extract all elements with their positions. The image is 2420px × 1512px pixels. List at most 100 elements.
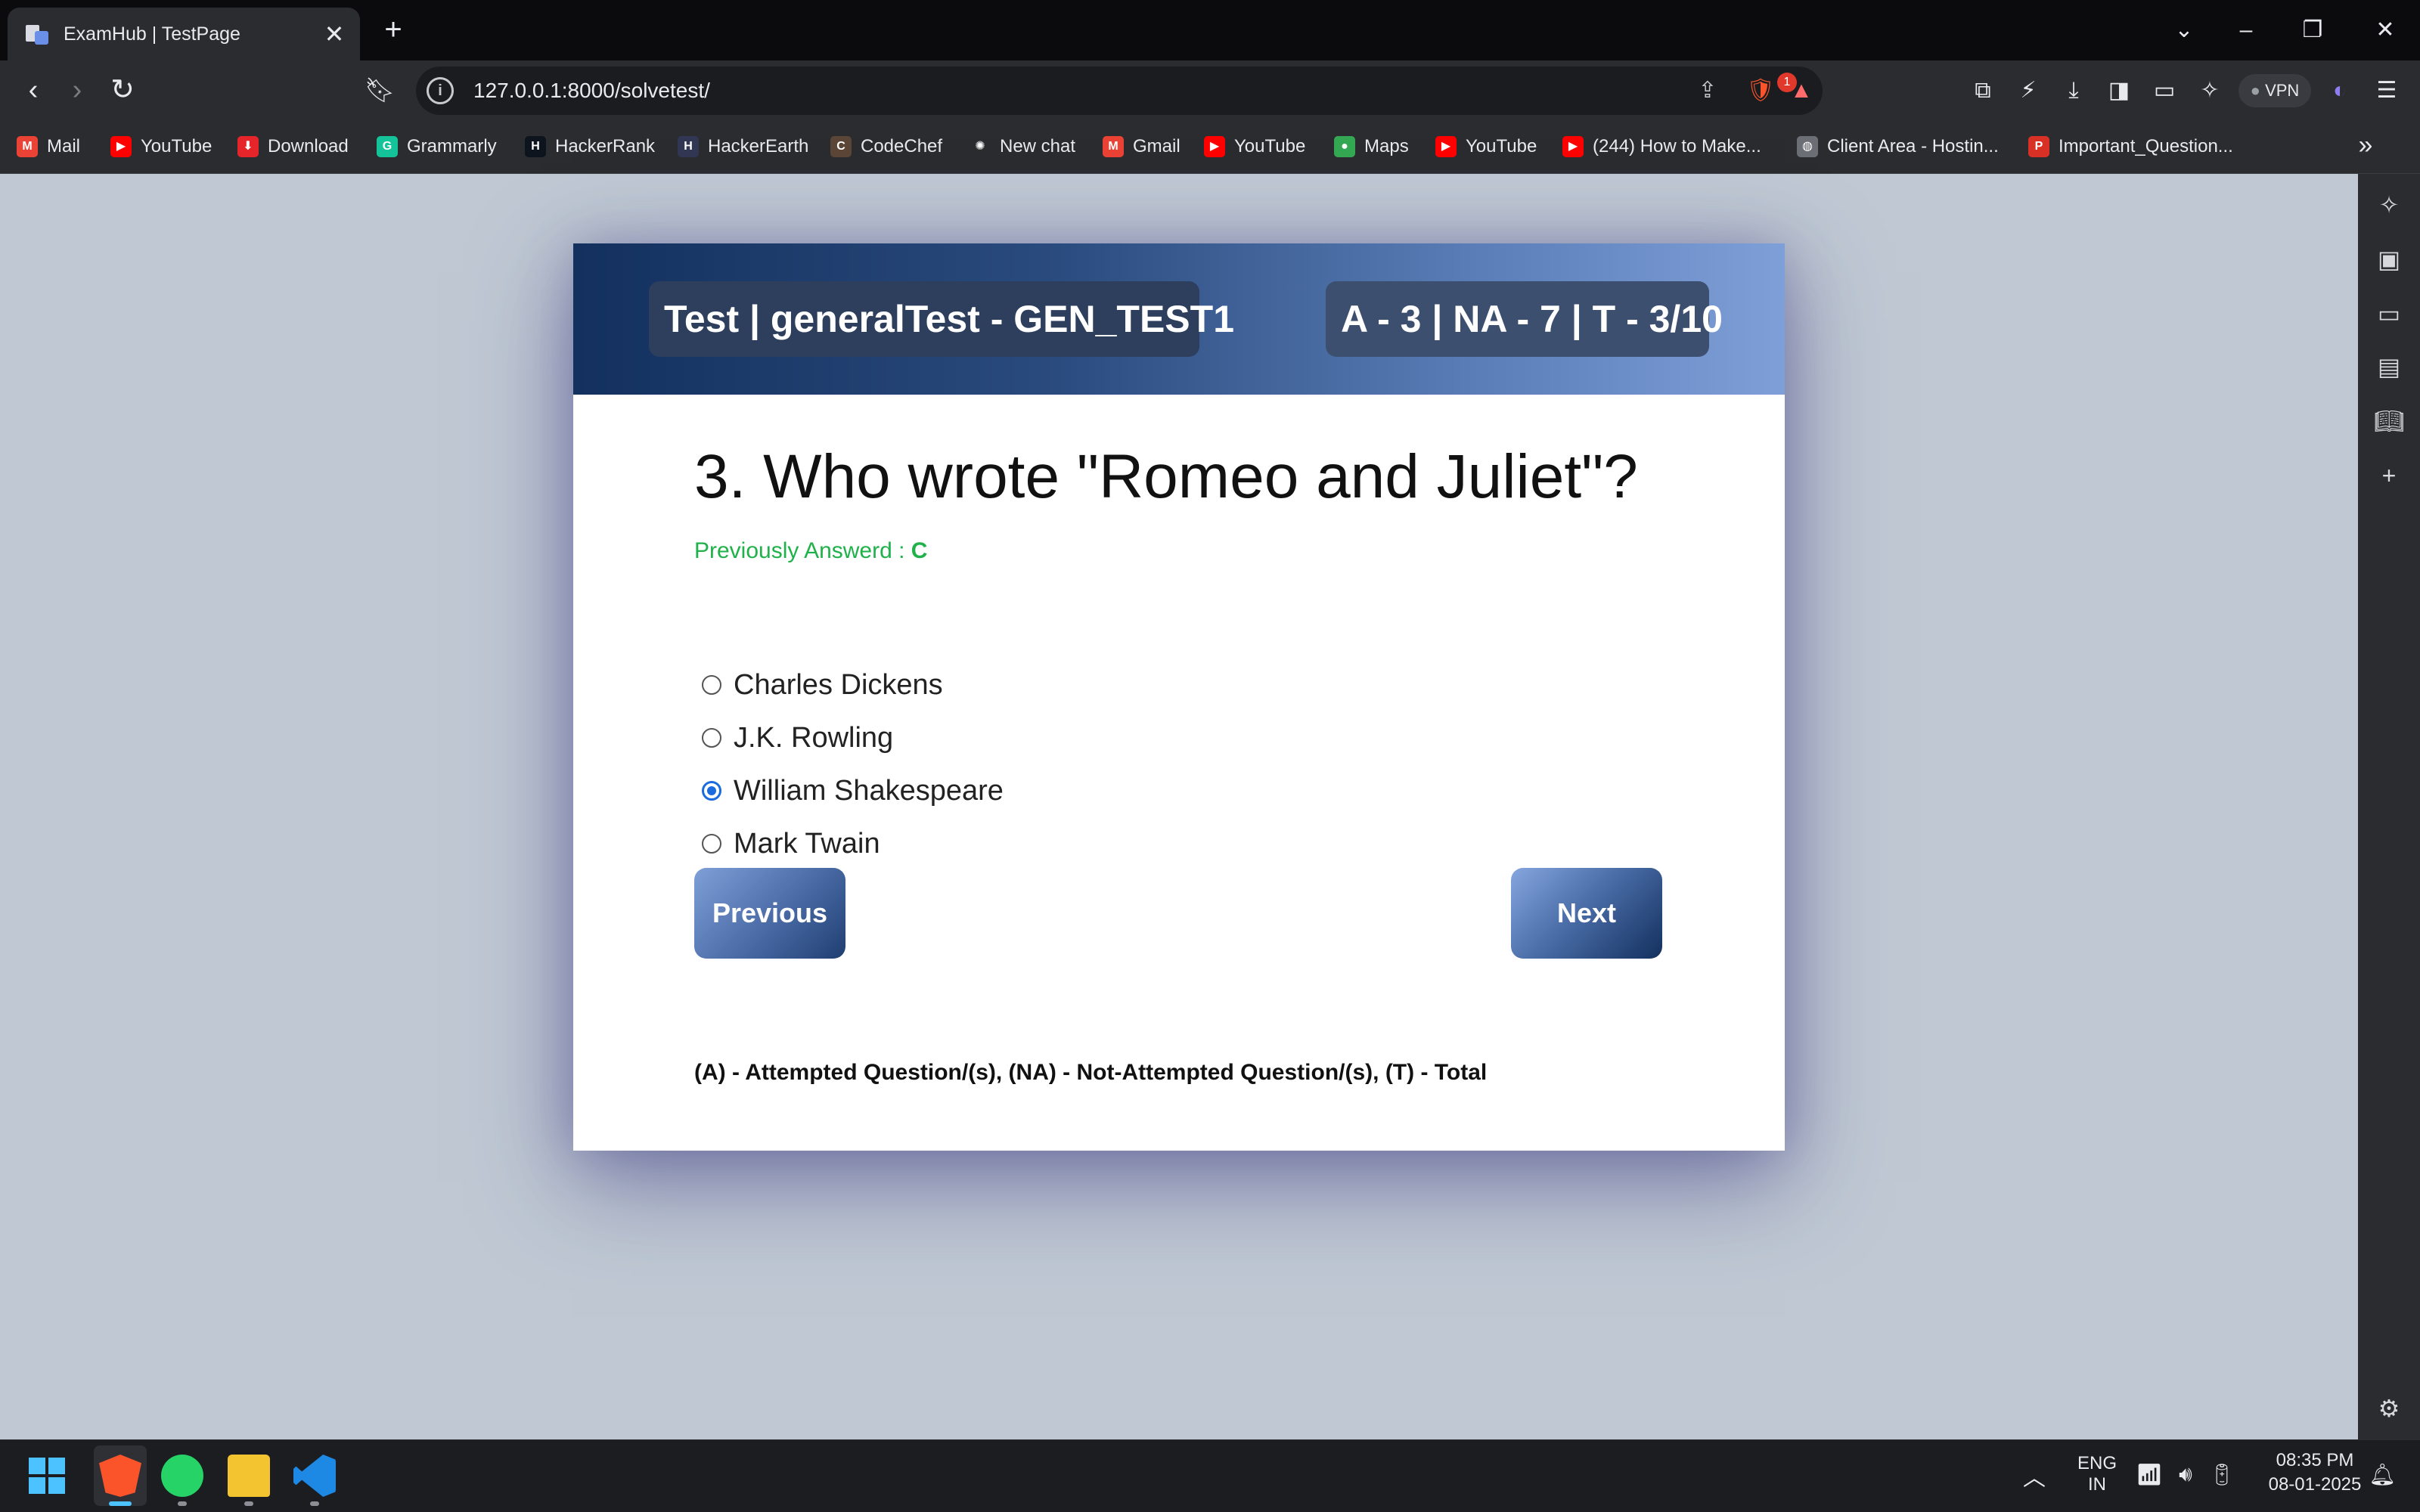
reading-list-icon[interactable]: 📖︎ [2369,401,2409,442]
option-c[interactable]: William Shakespeare [702,772,1004,810]
globe-icon: ◍ [1797,136,1818,157]
address-bar[interactable]: i 127.0.0.1:8000/solvetest/ ⇪ 🛡︎ ▲ [416,67,1823,115]
downloads-icon[interactable]: ⤓ [2052,70,2095,112]
wallet-sidebar-icon[interactable]: ▭ [2369,293,2409,334]
bookmark-item[interactable]: C CodeChef [830,130,942,163]
share-icon[interactable]: ⇪ [1691,74,1724,107]
forward-button[interactable]: › [56,70,98,112]
bookmark-label: Mail [47,136,81,156]
grammarly-icon: G [377,136,398,157]
test-title: Test | generalTest - GEN_TEST1 [649,281,1234,357]
option-a[interactable]: Charles Dickens [702,666,943,704]
youtube-icon: ▶ [110,136,132,157]
option-c-radio[interactable] [702,781,721,801]
wallet-icon[interactable]: ▭ [2143,70,2186,112]
leo-sidebar-icon[interactable]: ✧ [2369,184,2409,225]
option-a-label[interactable]: Charles Dickens [734,669,943,702]
bookmark-item[interactable]: ▶ (244) How to Make... [1562,130,1761,163]
bookmark-item[interactable]: M Mail [17,130,80,163]
bookmark-item[interactable]: M Gmail [1103,130,1181,163]
hackerearth-icon: H [678,136,699,157]
extensions-icon[interactable]: ⧉ [1962,70,2004,112]
vpn-button[interactable]: ● VPN [2238,74,2311,107]
add-sidebar-item-icon[interactable]: + [2369,455,2409,496]
option-a-radio[interactable] [702,675,721,695]
pdf-icon: P [2028,136,2049,157]
option-b[interactable]: J.K. Rowling [702,719,893,757]
bookmark-item[interactable]: ▶ YouTube [110,130,212,163]
close-tab-icon[interactable]: ✕ [318,20,351,48]
volume-icon[interactable]: 🔊︎ [2170,1462,2201,1487]
option-b-label[interactable]: J.K. Rowling [734,722,893,754]
bookmark-item[interactable]: ✺ New chat [970,130,1075,163]
brave-shields-icon[interactable]: 🛡︎ [1744,74,1777,107]
bookmark-item[interactable]: H HackerEarth [678,130,808,163]
taskbar [0,1439,2420,1512]
previous-button[interactable]: Previous [694,868,845,959]
bookmark-item[interactable]: ▶ YouTube [1435,130,1537,163]
vscode-running-indicator [310,1501,319,1506]
language-code: ENG [2077,1453,2117,1473]
reload-button[interactable]: ↻ [101,70,144,112]
sidebar-toggle-icon[interactable]: ◨ [2098,70,2140,112]
file-explorer-taskbar-icon[interactable] [228,1455,270,1497]
bookmark-item[interactable]: ◍ Client Area - Hostin... [1797,130,1999,163]
youtube-icon: ▶ [1435,136,1457,157]
more-bookmarks-icon[interactable]: » [2344,124,2387,166]
test-card: Test | generalTest - GEN_TEST1 A - 3 | N… [573,243,1785,1151]
whatsapp-taskbar-icon[interactable] [161,1455,203,1497]
bookmark-item[interactable]: ▶ YouTube [1204,130,1305,163]
option-b-radio[interactable] [702,728,721,748]
video-sidebar-icon[interactable]: ▣ [2369,239,2409,280]
bookmark-label: Important_Question... [2059,136,2233,156]
back-button[interactable]: ‹ [12,70,54,112]
bookmark-item[interactable]: ● Maps [1334,130,1409,163]
previous-answer-label: Previously Answerd : [694,538,911,563]
maps-pin-icon: ● [1334,136,1355,157]
bookmark-label: Client Area - Hostin... [1827,136,1999,156]
bookmark-label: Grammarly [407,136,497,156]
wifi-icon[interactable]: 📶︎ [2134,1462,2164,1487]
brave-taskbar-icon[interactable] [99,1455,141,1497]
battery-icon[interactable]: 🔋︎ [2207,1462,2237,1487]
brave-running-indicator [109,1501,132,1506]
speedreader-icon[interactable]: ⚡ [2007,70,2049,112]
option-d[interactable]: Mark Twain [702,825,880,863]
bookmark-item[interactable]: ⬇ Download [237,130,349,163]
next-button[interactable]: Next [1511,868,1662,959]
minimize-button[interactable]: – [2225,11,2267,50]
site-info-icon[interactable]: i [427,77,454,104]
notifications-icon[interactable]: 🔔︎ [2367,1462,2397,1487]
bookmark-page-icon[interactable]: 🔖︎ [358,70,401,112]
profile-icon[interactable]: ◐ [2319,70,2361,112]
tab-search-chevron-icon[interactable]: ⌄ [2163,11,2205,50]
tab-title: ExamHub | TestPage [64,23,240,45]
sidebar-settings-icon[interactable]: ⚙ [2369,1388,2409,1429]
close-window-button[interactable]: ✕ [2364,11,2406,50]
restore-button[interactable]: ❐ [2291,11,2334,50]
bookmark-label: New chat [1000,136,1076,156]
new-tab-button[interactable]: + [375,12,411,48]
bookmark-item[interactable]: P Important_Question... [2028,130,2233,163]
option-c-label[interactable]: William Shakespeare [734,775,1004,807]
language-indicator[interactable]: ENG IN [2072,1453,2122,1495]
browser-tab[interactable]: ExamHub | TestPage ✕ [8,8,360,60]
bookmark-item[interactable]: G Grammarly [377,130,497,163]
gmail-icon: M [17,136,38,157]
show-hidden-icons-icon[interactable]: ︿ [2019,1459,2049,1492]
bookmark-item[interactable]: H HackerRank [525,130,655,163]
notification-badge: 1 [1777,73,1797,92]
clock[interactable]: 08:35 PM 08-01-2025 [2251,1450,2379,1495]
download-icon: ⬇ [237,136,259,157]
hackerrank-icon: H [525,136,546,157]
clock-time: 08:35 PM [2276,1450,2354,1470]
bookmark-label: YouTube [141,136,213,156]
whatsapp-running-indicator [178,1501,187,1506]
option-d-label[interactable]: Mark Twain [734,828,880,860]
option-d-radio[interactable] [702,834,721,854]
bookmarks-sidebar-icon[interactable]: ▤ [2369,346,2409,387]
leo-ai-icon[interactable]: ✧ [2189,70,2231,112]
menu-icon[interactable]: ☰ [2366,70,2408,112]
bookmark-label: YouTube [1466,136,1537,156]
windows-start-icon[interactable] [29,1458,65,1494]
